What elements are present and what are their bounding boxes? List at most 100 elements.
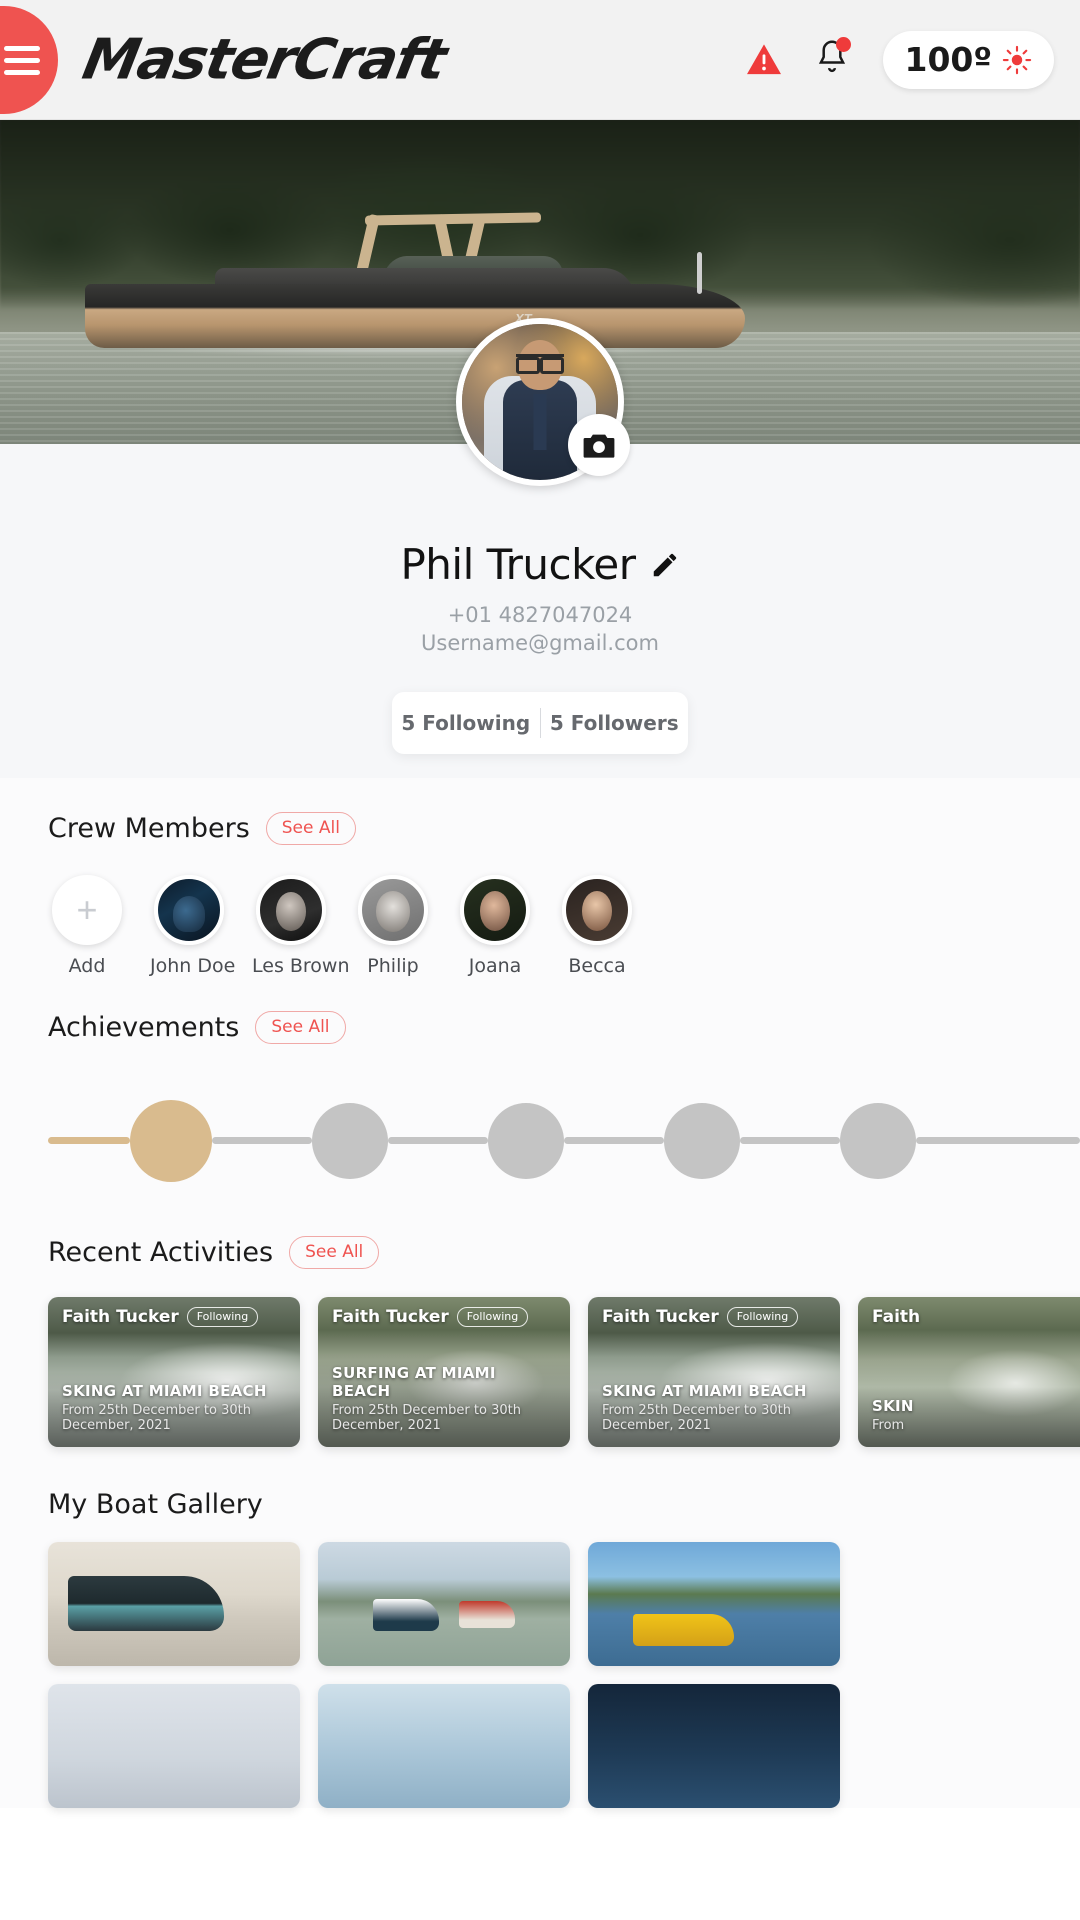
crew-member-avatar [358, 874, 428, 945]
gallery-image[interactable] [318, 1541, 570, 1666]
activity-user-row: Faith Tucker Following [602, 1306, 799, 1327]
pencil-edit-icon[interactable] [650, 550, 680, 580]
activity-user-name: Faith Tucker [602, 1306, 719, 1327]
profile-summary: Phil Trucker +01 4827047024 Username@gma… [0, 318, 1080, 778]
achievement-connector [740, 1137, 840, 1145]
notification-badge-dot [835, 37, 851, 52]
crew-see-all-button[interactable]: See All [265, 811, 356, 845]
crew-member-item[interactable]: John Doe [150, 874, 236, 977]
activity-title: SKIN [872, 1396, 914, 1415]
boat-hull [85, 284, 745, 348]
activity-caption: SKIN From [858, 1386, 1080, 1447]
hamburger-menu-icon [4, 39, 40, 82]
activity-date-range: From [872, 1417, 905, 1433]
achievement-badge-pending[interactable] [664, 1102, 740, 1179]
hamburger-menu-button[interactable] [0, 6, 58, 114]
activity-user-row: Faith Tucker Following [62, 1306, 259, 1327]
change-avatar-button[interactable] [568, 414, 630, 476]
achievements-section: Achievements See All [0, 976, 1080, 1202]
plus-icon: + [52, 874, 122, 945]
boat-gallery-grid [48, 1520, 1032, 1808]
crew-member-label: Add [68, 954, 106, 977]
crew-member-label: Joana [468, 954, 522, 977]
achievement-badge-completed[interactable] [130, 1099, 212, 1182]
crew-members-section: Crew Members See All + Add John Doe Les Bro… [0, 777, 1080, 977]
app-header: MasterCraft 100º [0, 0, 1080, 120]
recent-activities-header: Recent Activities See All [48, 1202, 1032, 1277]
crew-members-title: Crew Members [48, 812, 250, 844]
brand-logo: MasterCraft [77, 27, 451, 92]
crew-member-item[interactable]: Becca [558, 874, 636, 977]
profile-screen: MasterCraft 100º Phil Trucker +01 482704… [0, 0, 1080, 1920]
following-count[interactable]: 5 Following [392, 711, 540, 735]
activity-user-row: Faith Tucker Following [332, 1306, 529, 1327]
crew-members-list: + Add John Doe Les Brown Philip Joana Becca [48, 853, 1032, 977]
crew-member-label: Les Brown [252, 954, 350, 977]
activity-title: SKING AT MIAMI BEACH [602, 1381, 807, 1400]
activity-title: SKING AT MIAMI BEACH [62, 1381, 267, 1400]
followers-count[interactable]: 5 Followers [541, 711, 689, 735]
following-badge[interactable]: Following [726, 1306, 799, 1327]
recent-activities-carousel[interactable]: Faith Tucker Following SKING AT MIAMI BEAC… [48, 1277, 1080, 1453]
avatar-container [456, 318, 630, 486]
activity-card[interactable]: Faith Tucker Following SKING AT MIAMI BEAC… [588, 1296, 840, 1447]
boat-gallery-title: My Boat Gallery [48, 1488, 263, 1520]
crew-member-avatar [154, 874, 224, 945]
email-address: Username@gmail.com [421, 631, 659, 656]
activity-date-range: From 25th December to 30th December, 202… [62, 1402, 251, 1433]
achievement-connector [388, 1137, 488, 1145]
boat-gallery-section: My Boat Gallery [0, 1452, 1080, 1808]
crew-member-item[interactable]: Joana [456, 874, 534, 977]
gallery-image[interactable] [48, 1541, 300, 1666]
achievements-title: Achievements [48, 1011, 240, 1043]
achievement-badge-pending[interactable] [312, 1102, 388, 1179]
recent-activities-title: Recent Activities [48, 1236, 274, 1268]
sun-icon [1002, 45, 1032, 74]
activity-date-range: From 25th December to 30th December, 202… [602, 1402, 791, 1433]
gallery-image[interactable] [588, 1683, 840, 1808]
social-stats-card: 5 Following 5 Followers [392, 691, 689, 754]
activity-title: SURFING AT MIAMI BEACH [332, 1363, 496, 1400]
crew-add-button[interactable]: + Add [48, 874, 126, 977]
activity-caption: SKING AT MIAMI BEACH From 25th December t… [48, 1371, 300, 1447]
camera-icon [583, 434, 615, 458]
following-badge[interactable]: Following [186, 1306, 259, 1327]
activity-caption: SURFING AT MIAMI BEACH From 25th December… [318, 1353, 570, 1447]
gallery-image[interactable] [588, 1541, 840, 1666]
achievements-header: Achievements See All [48, 977, 1032, 1052]
activity-user-name: Faith Tucker [332, 1306, 449, 1327]
activity-card[interactable]: Faith Tucker Following SKING AT MIAMI BEAC… [48, 1296, 300, 1447]
recent-activities-see-all-button[interactable]: See All [289, 1235, 380, 1269]
temperature-chip[interactable]: 100º [882, 30, 1054, 89]
activity-card[interactable]: Faith Tucker Following SURFING AT MIAMI BE… [318, 1296, 570, 1447]
achievement-badge-pending[interactable] [488, 1102, 564, 1179]
gallery-image[interactable] [48, 1683, 300, 1808]
crew-member-label: Becca [568, 954, 626, 977]
hero-boat: XT [85, 212, 745, 348]
achievement-connector [564, 1137, 664, 1145]
crew-member-label: John Doe [150, 954, 236, 977]
activity-user-name: Faith [872, 1306, 921, 1327]
following-badge[interactable]: Following [456, 1306, 529, 1327]
gallery-image[interactable] [318, 1683, 570, 1808]
notifications-button[interactable] [815, 37, 851, 80]
warning-triangle-icon[interactable] [746, 43, 781, 76]
achievement-connector [212, 1137, 312, 1145]
crew-member-avatar [562, 874, 632, 945]
crew-member-label: Philip [367, 954, 419, 977]
crew-member-avatar [256, 874, 326, 945]
phone-number: +01 4827047024 [447, 603, 633, 627]
crew-member-item[interactable]: Les Brown [252, 874, 350, 977]
profile-name-row: Phil Trucker [0, 540, 1080, 589]
achievement-badge-pending[interactable] [840, 1102, 916, 1179]
temperature-value: 100º [904, 40, 993, 79]
achievements-progress-track [0, 1052, 1080, 1202]
activity-user-name: Faith Tucker [62, 1306, 179, 1327]
crew-member-avatar [460, 874, 530, 945]
achievement-connector [916, 1137, 1080, 1145]
achievements-see-all-button[interactable]: See All [255, 1010, 346, 1044]
crew-members-header: Crew Members See All [48, 778, 1032, 853]
activity-card[interactable]: Faith SKIN From [858, 1296, 1080, 1447]
crew-member-item[interactable]: Philip [354, 874, 432, 977]
activity-user-row: Faith [872, 1307, 920, 1327]
